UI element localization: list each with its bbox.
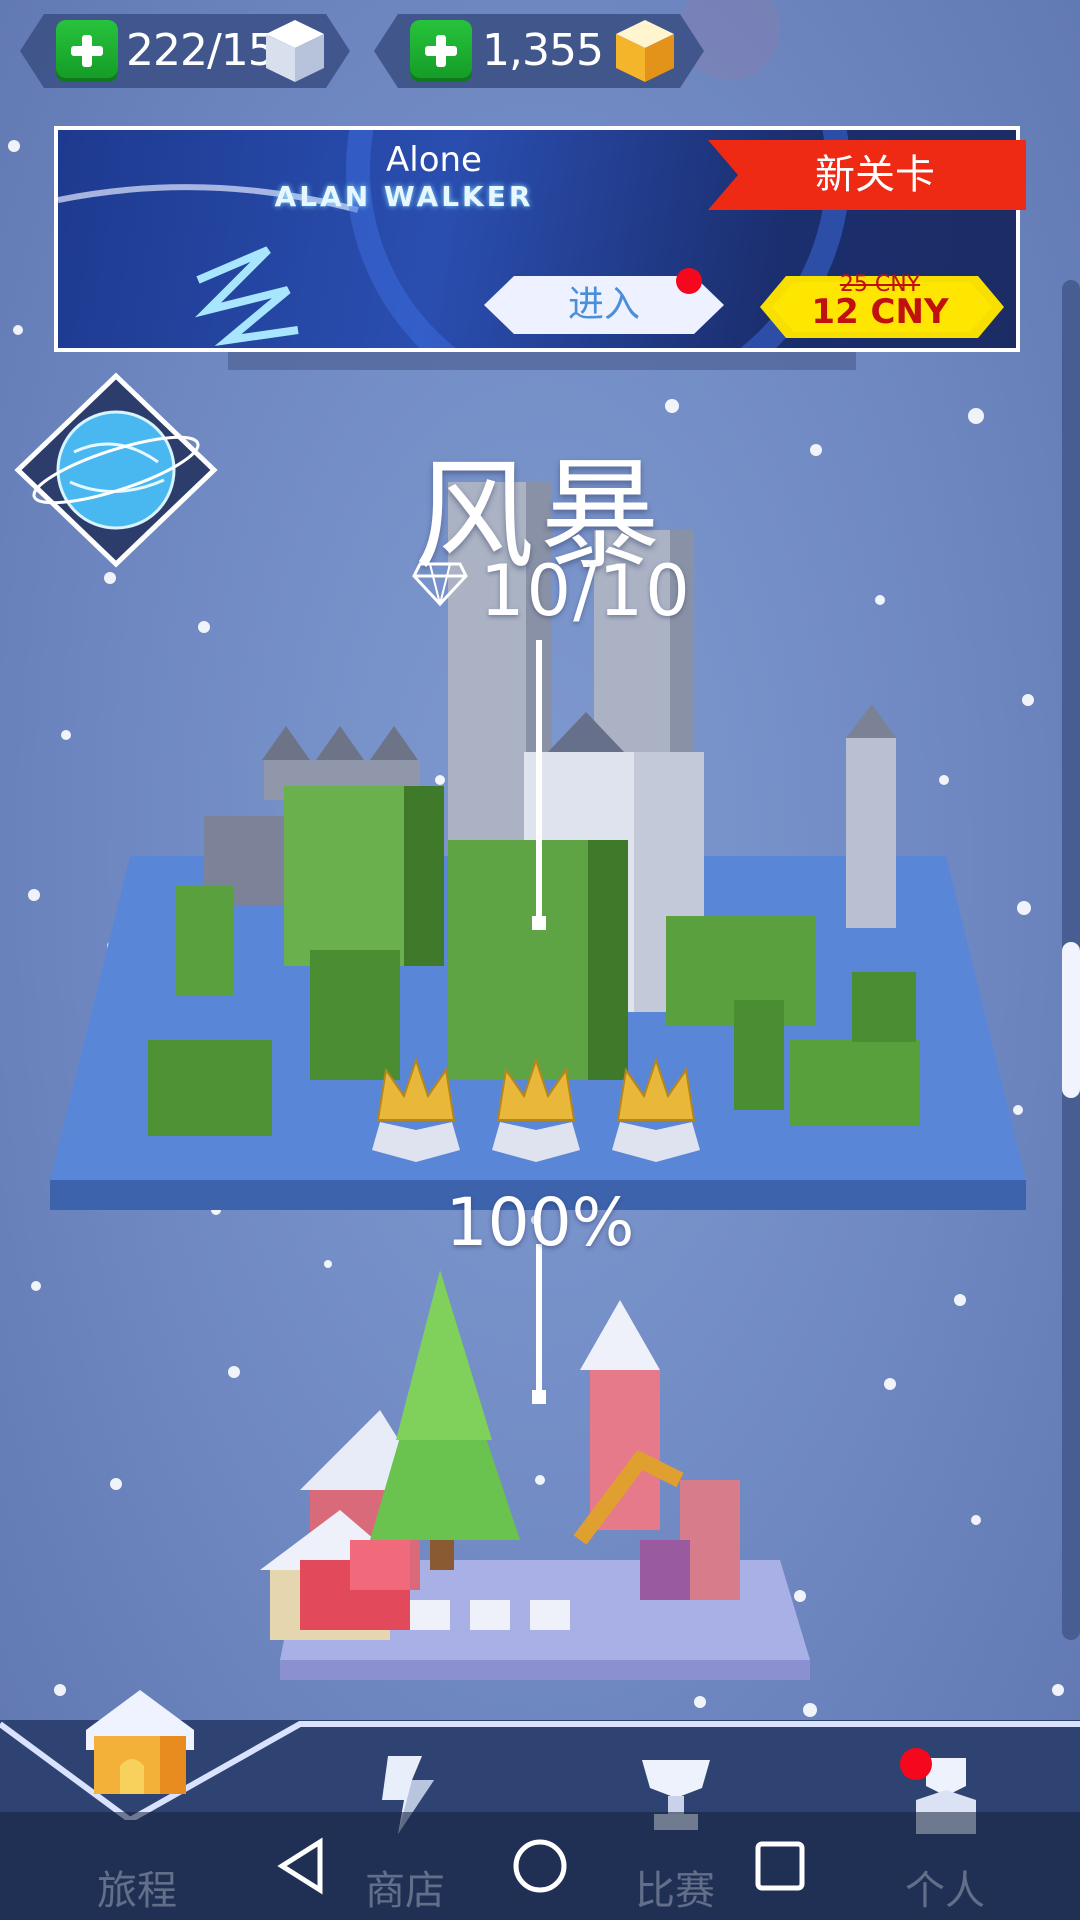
scroll-thumb[interactable] [1062, 942, 1080, 1098]
next-level-preview[interactable] [260, 1240, 820, 1680]
profile-notification-dot [900, 1748, 932, 1780]
recents-icon[interactable] [750, 1836, 810, 1896]
diamond-icon [412, 562, 468, 607]
house-icon [86, 1690, 194, 1794]
back-icon[interactable] [272, 1836, 332, 1896]
crown-icons [372, 1056, 700, 1162]
home-icon[interactable] [510, 1836, 570, 1896]
level-gem-count: 10/10 [480, 550, 692, 632]
